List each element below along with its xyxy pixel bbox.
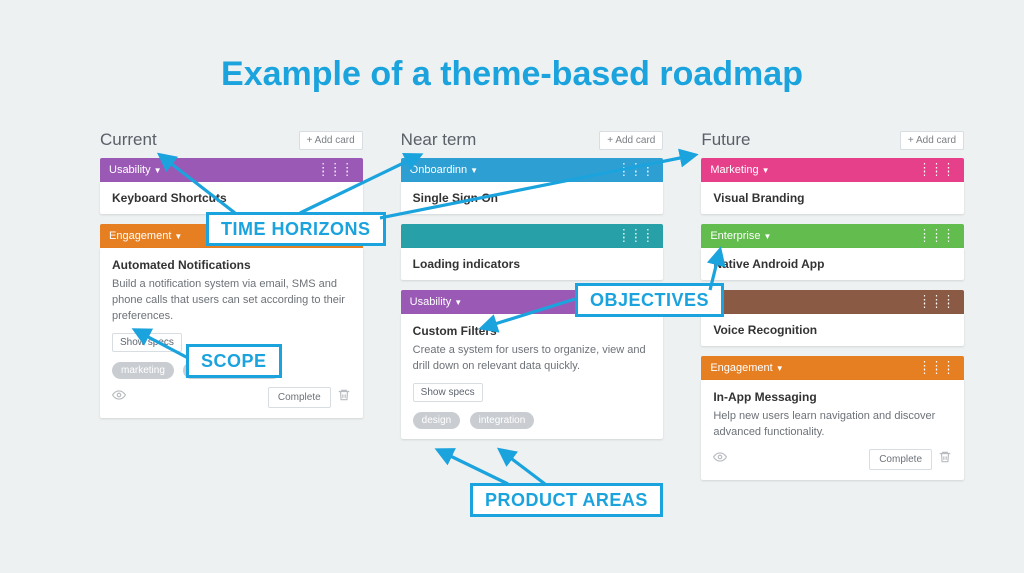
annotation-arrows xyxy=(0,0,1024,573)
